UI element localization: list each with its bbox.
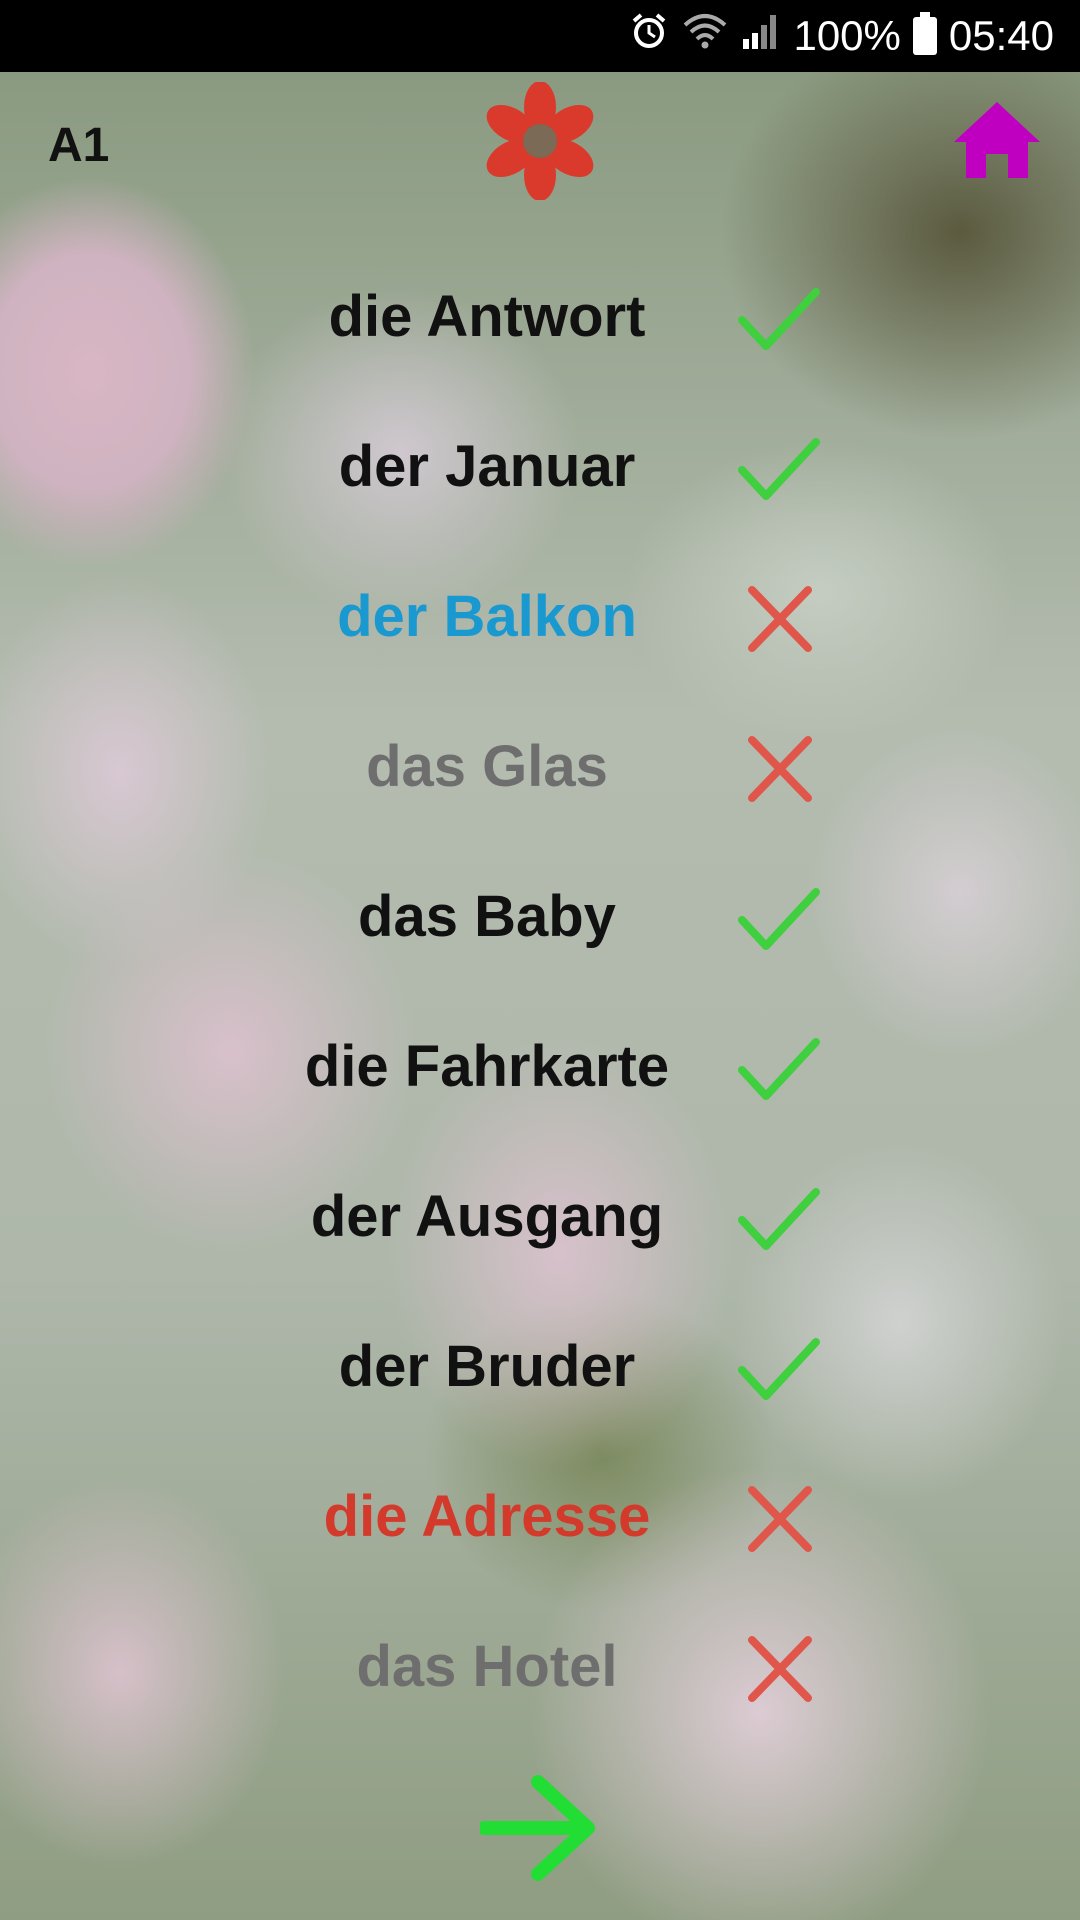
checkmark-icon xyxy=(736,884,822,956)
checkmark-icon xyxy=(736,434,822,506)
word-row: der Ausgang xyxy=(0,1162,1080,1272)
checkmark-icon xyxy=(736,1034,822,1106)
battery-icon xyxy=(912,12,937,55)
cross-icon xyxy=(736,1484,822,1556)
arrow-right-icon xyxy=(477,1775,595,1881)
level-label: A1 xyxy=(48,119,110,172)
checkmark-icon xyxy=(736,284,822,356)
signal-icon xyxy=(741,11,781,61)
cross-icon xyxy=(736,584,822,656)
word-row: der Balkon xyxy=(0,562,1080,672)
checkmark-icon xyxy=(736,1334,822,1406)
word-row: die Fahrkarte xyxy=(0,1012,1080,1122)
battery-percent: 100% xyxy=(793,12,901,59)
cross-icon xyxy=(736,734,822,806)
word-text[interactable]: der Januar xyxy=(240,434,734,500)
home-icon xyxy=(954,102,1040,178)
flower-icon xyxy=(484,81,596,201)
word-row: das Baby xyxy=(0,862,1080,972)
word-text[interactable]: das Glas xyxy=(240,734,734,800)
checkmark-icon xyxy=(736,1184,822,1256)
word-text[interactable]: die Fahrkarte xyxy=(240,1034,734,1100)
word-text[interactable]: der Ausgang xyxy=(240,1184,734,1250)
word-row: die Antwort xyxy=(0,262,1080,372)
word-text[interactable]: die Adresse xyxy=(240,1484,734,1550)
home-button[interactable] xyxy=(952,100,1042,180)
word-text[interactable]: der Bruder xyxy=(240,1334,734,1400)
wifi-icon xyxy=(681,11,729,61)
alarm-icon xyxy=(629,11,669,61)
word-row: das Glas xyxy=(0,712,1080,822)
word-text[interactable]: die Antwort xyxy=(240,284,734,350)
status-bar: 100% 05:40 xyxy=(0,0,1080,72)
word-row: der Januar xyxy=(0,412,1080,522)
clock: 05:40 xyxy=(948,12,1054,59)
word-row: das Hotel xyxy=(0,1612,1080,1722)
word-text[interactable]: der Balkon xyxy=(240,584,734,650)
word-text[interactable]: das Baby xyxy=(240,884,734,950)
cross-icon xyxy=(736,1634,822,1706)
word-text[interactable]: das Hotel xyxy=(240,1634,734,1700)
word-row: die Adresse xyxy=(0,1462,1080,1572)
next-button[interactable] xyxy=(477,1774,598,1882)
word-row: der Bruder xyxy=(0,1312,1080,1422)
